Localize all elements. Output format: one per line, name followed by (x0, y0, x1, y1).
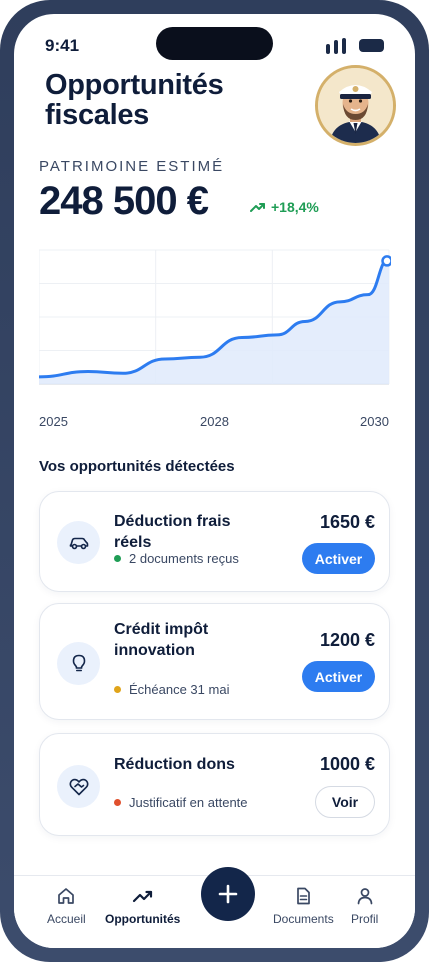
tab-label: Accueil (47, 912, 86, 926)
heart-handshake-icon (57, 765, 100, 808)
tab-opportunites[interactable]: Opportunités (105, 886, 180, 926)
status-dot (114, 686, 121, 693)
chart-end-point (381, 255, 391, 267)
chart-area (39, 258, 389, 384)
trend-value: +18,4% (271, 199, 319, 215)
x-tick: 2028 (200, 414, 229, 429)
tab-documents[interactable]: Documents (273, 886, 334, 926)
opportunity-title: Crédit impôt innovation (114, 621, 209, 659)
status-text: Justificatif en attente (129, 795, 248, 810)
signal-icon (326, 38, 346, 54)
avatar-illustration (318, 68, 393, 143)
tab-accueil[interactable]: Accueil (47, 886, 86, 926)
opportunity-amount: 1000 € (319, 754, 375, 774)
section-title: Vos opportunités détectées (39, 458, 235, 475)
lightbulb-icon (57, 642, 100, 685)
status-time: 9:41 (45, 36, 80, 55)
estimate-label: PATRIMOINE ESTIMÉ (39, 158, 225, 175)
opportunity-amount: 1200 € (319, 630, 375, 650)
opportunity-status: Justificatif en attente (114, 795, 248, 810)
status-dot (114, 799, 121, 806)
estimate-value: 248 500 € (39, 179, 209, 223)
opportunity-amount: 1650 € (319, 512, 375, 532)
avatar[interactable] (315, 65, 396, 146)
tab-label: Profil (351, 912, 379, 926)
tab-label: Opportunités (105, 912, 181, 926)
status-text: 2 documents reçus (129, 551, 239, 566)
opportunity-status: Échéance 31 mai (114, 682, 229, 697)
phone-frame: 9:41 Opportunités fiscales PATRIMOINE ES… (0, 0, 429, 962)
car-icon (57, 521, 100, 564)
opportunity-card[interactable]: Déduction frais réels 1650 € 2 documents… (39, 491, 390, 592)
document-icon (297, 887, 311, 905)
view-button[interactable]: Voir (315, 786, 375, 818)
app-screen: 9:41 Opportunités fiscales PATRIMOINE ES… (14, 14, 415, 948)
wealth-chart (39, 249, 391, 385)
trend-badge: +18,4% (250, 199, 319, 215)
trend-icon (132, 890, 152, 903)
opportunity-card[interactable]: Réduction dons 1000 € Justificatif en at… (39, 733, 390, 836)
battery-icon (359, 39, 384, 52)
activate-button[interactable]: Activer (302, 661, 375, 692)
tab-label: Documents (273, 912, 334, 926)
page-title: Opportunités fiscales (45, 69, 224, 131)
status-text: Échéance 31 mai (129, 682, 230, 697)
x-tick: 2030 (360, 414, 389, 429)
tab-profil[interactable]: Profil (351, 886, 378, 926)
activate-button[interactable]: Activer (302, 543, 375, 574)
add-button[interactable] (201, 867, 255, 921)
plus-icon (218, 884, 238, 904)
profile-icon (357, 888, 373, 905)
trend-up-icon (250, 203, 265, 212)
home-icon (58, 888, 75, 904)
status-dot (114, 555, 121, 562)
opportunity-status: 2 documents reçus (114, 551, 239, 566)
opportunity-title: Déduction frais réels (114, 513, 231, 551)
opportunity-card[interactable]: Crédit impôt innovation 1200 € Échéance … (39, 603, 390, 720)
dynamic-island (156, 27, 273, 60)
x-tick: 2025 (39, 414, 68, 429)
opportunity-title: Réduction dons (114, 756, 235, 773)
